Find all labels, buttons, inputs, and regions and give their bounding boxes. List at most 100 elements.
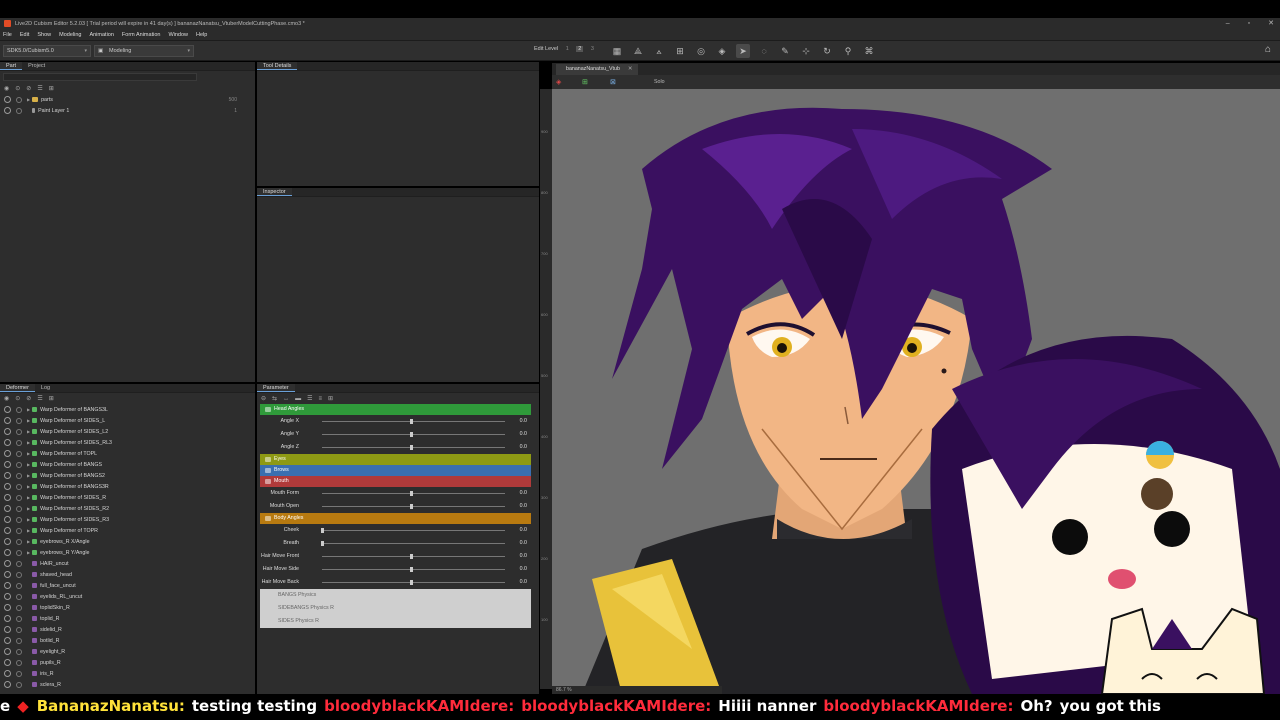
slider-knob[interactable] <box>410 432 413 437</box>
menu-file[interactable]: File <box>3 32 12 38</box>
eye-icon[interactable] <box>4 417 11 424</box>
eye-icon[interactable]: ◉ <box>4 85 9 92</box>
eye-icon[interactable] <box>4 637 11 644</box>
menu-modeling[interactable]: Modeling <box>59 32 81 38</box>
lock-icon[interactable] <box>16 461 22 468</box>
pin-icon[interactable]: ⚲ <box>841 44 855 58</box>
arrow-tool-icon[interactable]: ➤ <box>736 44 750 58</box>
mesh-edit-icon[interactable]: ⟁ <box>631 44 645 58</box>
tree-icon[interactable]: ⊞ <box>49 85 54 92</box>
lock-icon[interactable] <box>16 417 22 424</box>
parameter-row[interactable]: Angle X 0.0 <box>260 415 531 428</box>
parameter-row[interactable]: Hair Move Side 0.0 <box>260 563 531 576</box>
lock-icon[interactable] <box>16 571 22 578</box>
eye-icon[interactable] <box>4 450 11 457</box>
eye-icon[interactable] <box>4 670 11 677</box>
parameter-row[interactable]: Mouth Open 0.0 <box>260 500 531 513</box>
eye-icon[interactable] <box>4 472 11 479</box>
parameter-group[interactable]: Body Angles <box>260 513 531 524</box>
parameter-slider[interactable] <box>322 582 505 583</box>
eye-icon[interactable] <box>4 527 11 534</box>
list-item[interactable]: ▶ Warp Deformer of TOPR <box>0 525 255 536</box>
parameter-value[interactable]: 0.0 <box>520 553 527 559</box>
solo-toggle[interactable]: Solo <box>654 79 665 85</box>
eye-icon[interactable] <box>4 439 11 446</box>
tab-inspector[interactable]: Inspector <box>257 188 292 196</box>
record-icon[interactable]: ◈ <box>556 78 561 86</box>
list-item[interactable]: ▶HAIR_uncut <box>0 558 255 569</box>
list-item[interactable]: ▶ Warp Deformer of SIDES_L <box>0 415 255 426</box>
parameter-slider[interactable] <box>322 506 505 507</box>
lock-icon[interactable] <box>16 549 22 556</box>
eye-icon[interactable] <box>4 626 11 633</box>
lock-icon[interactable] <box>16 626 22 633</box>
menu-animation[interactable]: Animation <box>89 32 113 38</box>
lock-icon[interactable] <box>16 505 22 512</box>
lock-icon[interactable] <box>16 527 22 534</box>
part-search-input[interactable] <box>3 73 197 81</box>
lock-icon[interactable] <box>16 604 22 611</box>
lock-icon[interactable] <box>16 615 22 622</box>
lock-icon[interactable] <box>16 494 22 501</box>
parameter-row[interactable]: Angle Z 0.0 <box>260 441 531 454</box>
slider-knob[interactable] <box>410 580 413 585</box>
list-item[interactable]: ▶ Warp Deformer of SIDES_R <box>0 492 255 503</box>
grid-icon[interactable]: ⊞ <box>673 44 687 58</box>
list-item[interactable]: ▶eyelids_RL_uncut <box>0 591 255 602</box>
slider-knob[interactable] <box>410 567 413 572</box>
expand-icon[interactable]: ▶ <box>27 440 30 445</box>
lock-icon[interactable]: ⊙ <box>15 395 20 402</box>
eye-icon[interactable] <box>4 406 11 413</box>
sdk-select[interactable]: SDK5.0/Cubism5.0 ▾ <box>3 45 91 57</box>
lock-icon[interactable] <box>16 582 22 589</box>
tree-icon[interactable]: ⊞ <box>49 395 54 402</box>
link-icon[interactable]: ⌘ <box>862 44 876 58</box>
expand-icon[interactable]: ▶ <box>27 407 30 412</box>
zoom-level[interactable]: 86.7 % <box>556 687 572 693</box>
lock-icon[interactable] <box>16 483 22 490</box>
list-item[interactable]: ▶pupils_R <box>0 657 255 668</box>
mode-select[interactable]: ▣ Modeling ▾ <box>94 45 194 57</box>
physics-group[interactable]: SIDES Physics R <box>260 615 531 628</box>
lock-icon[interactable] <box>16 593 22 600</box>
lock-icon[interactable] <box>16 659 22 666</box>
expand-icon[interactable]: ▶ <box>27 451 30 456</box>
brush-select-icon[interactable]: ✎ <box>778 44 792 58</box>
list-item[interactable]: ▶botlid_R <box>0 635 255 646</box>
parameter-value[interactable]: 0.0 <box>520 418 527 424</box>
eye-icon[interactable] <box>4 107 11 114</box>
tree-icon[interactable]: ⊞ <box>328 395 333 402</box>
tab-canvas-model[interactable]: bananazNanatsu_Vtub ✕ <box>556 64 639 75</box>
eye-icon[interactable] <box>4 593 11 600</box>
eye-icon[interactable]: ◉ <box>4 395 9 402</box>
menu-help[interactable]: Help <box>196 32 207 38</box>
expand-icon[interactable]: ▶ <box>27 418 30 423</box>
edit-level-1[interactable]: 1 <box>566 46 569 52</box>
list-item[interactable]: ▶ Warp Deformer of BANGS <box>0 459 255 470</box>
list-item[interactable]: ▶ Warp Deformer of SIDES_L2 <box>0 426 255 437</box>
parameter-slider[interactable] <box>322 569 505 570</box>
maximize-icon[interactable]: ▫ <box>1248 18 1250 29</box>
grid-icon[interactable]: ⊞ <box>582 78 588 86</box>
tab-log[interactable]: Log <box>35 384 56 392</box>
expand-icon[interactable]: ▶ <box>27 528 30 533</box>
list-item[interactable]: ▶ Paint Layer 1 1 <box>0 105 255 116</box>
menu-edit[interactable]: Edit <box>20 32 29 38</box>
expand-icon[interactable]: ▶ <box>27 97 30 102</box>
eye-icon[interactable] <box>4 428 11 435</box>
transform-icon[interactable]: ⊹ <box>799 44 813 58</box>
parameter-value[interactable]: 0.0 <box>520 579 527 585</box>
expand-icon[interactable]: ▶ <box>27 550 30 555</box>
model-canvas[interactable] <box>552 89 1280 694</box>
lock-icon[interactable] <box>16 516 22 523</box>
menu-window[interactable]: Window <box>168 32 188 38</box>
list-item[interactable]: ▶ Warp Deformer of SIDES_RL3 <box>0 437 255 448</box>
eye-icon[interactable] <box>4 560 11 567</box>
parameter-row[interactable]: Breath 0.0 <box>260 537 531 550</box>
lock-icon[interactable] <box>16 670 22 677</box>
eye-icon[interactable] <box>4 461 11 468</box>
deform-path-icon[interactable]: ◈ <box>715 44 729 58</box>
list-item[interactable]: ▶ Warp Deformer of TOPL <box>0 448 255 459</box>
lock-icon[interactable] <box>16 472 22 479</box>
expand-icon[interactable]: ▶ <box>27 539 30 544</box>
